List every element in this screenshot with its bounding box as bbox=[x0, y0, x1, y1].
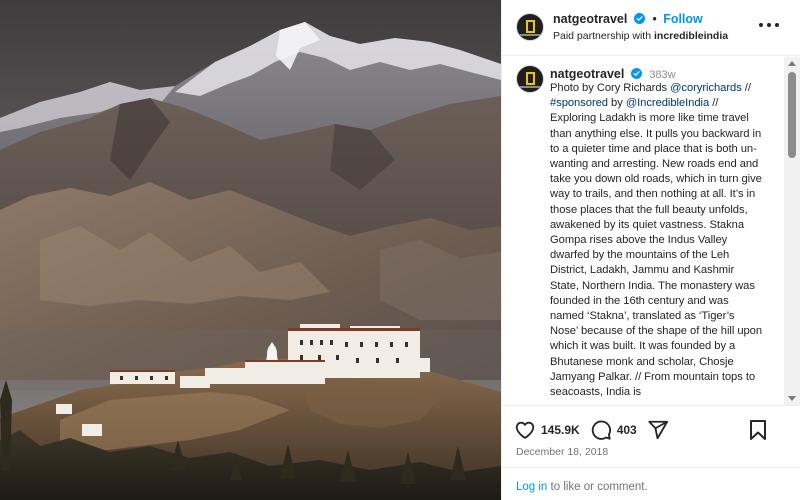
share-icon[interactable] bbox=[647, 419, 669, 441]
paid-partnership-label: Paid partnership with incredibleindia bbox=[553, 30, 729, 42]
verified-badge-icon bbox=[633, 13, 645, 24]
more-horizontal-icon[interactable] bbox=[759, 17, 779, 33]
post-age[interactable]: 383w bbox=[649, 69, 675, 81]
mention-coryrichards[interactable]: @coryrichards bbox=[670, 82, 742, 94]
caption-avatar[interactable] bbox=[516, 65, 544, 93]
heart-icon[interactable] bbox=[514, 419, 536, 441]
post-actions: 145.9K 403 December 18, 2018 Log in to l… bbox=[502, 405, 800, 500]
follow-button[interactable]: Follow bbox=[663, 12, 703, 26]
comment-icon[interactable] bbox=[590, 419, 612, 441]
scroll-thumb[interactable] bbox=[788, 72, 796, 158]
post-header: natgeotravel • Follow Paid partnership w… bbox=[502, 0, 800, 56]
nat-geo-logo-icon bbox=[526, 20, 535, 33]
verified-badge-icon bbox=[630, 68, 642, 79]
mention-incredibleindia[interactable]: @IncredibleIndia bbox=[626, 97, 709, 109]
post-date[interactable]: December 18, 2018 bbox=[516, 446, 608, 458]
log-in-link[interactable]: Log in bbox=[516, 481, 547, 493]
partner-link[interactable]: incredibleindia bbox=[654, 30, 728, 42]
hashtag-sponsored[interactable]: #sponsored bbox=[550, 97, 608, 109]
like-count[interactable]: 145.9K bbox=[541, 423, 580, 437]
caption-text: Photo by Cory Richards @coryrichards // … bbox=[550, 82, 763, 399]
post-photo[interactable] bbox=[0, 0, 501, 500]
avatar[interactable] bbox=[516, 13, 544, 41]
separator-dot: • bbox=[652, 12, 657, 26]
scroll-down-arrow-icon[interactable] bbox=[788, 396, 796, 401]
bookmark-icon[interactable] bbox=[748, 419, 768, 441]
post-side-panel: natgeotravel • Follow Paid partnership w… bbox=[501, 0, 800, 500]
comment-count[interactable]: 403 bbox=[617, 423, 637, 437]
login-prompt: Log in to like or comment. bbox=[502, 467, 800, 500]
caption-username[interactable]: natgeotravel bbox=[550, 67, 624, 81]
header-username[interactable]: natgeotravel bbox=[553, 12, 627, 26]
caption-area[interactable]: natgeotravel 383w Photo by Cory Richards… bbox=[502, 57, 800, 405]
nat-geo-logo-icon bbox=[526, 72, 535, 85]
scroll-up-arrow-icon[interactable] bbox=[788, 61, 796, 66]
landscape-image bbox=[0, 0, 501, 500]
caption-scrollbar[interactable] bbox=[784, 57, 800, 405]
